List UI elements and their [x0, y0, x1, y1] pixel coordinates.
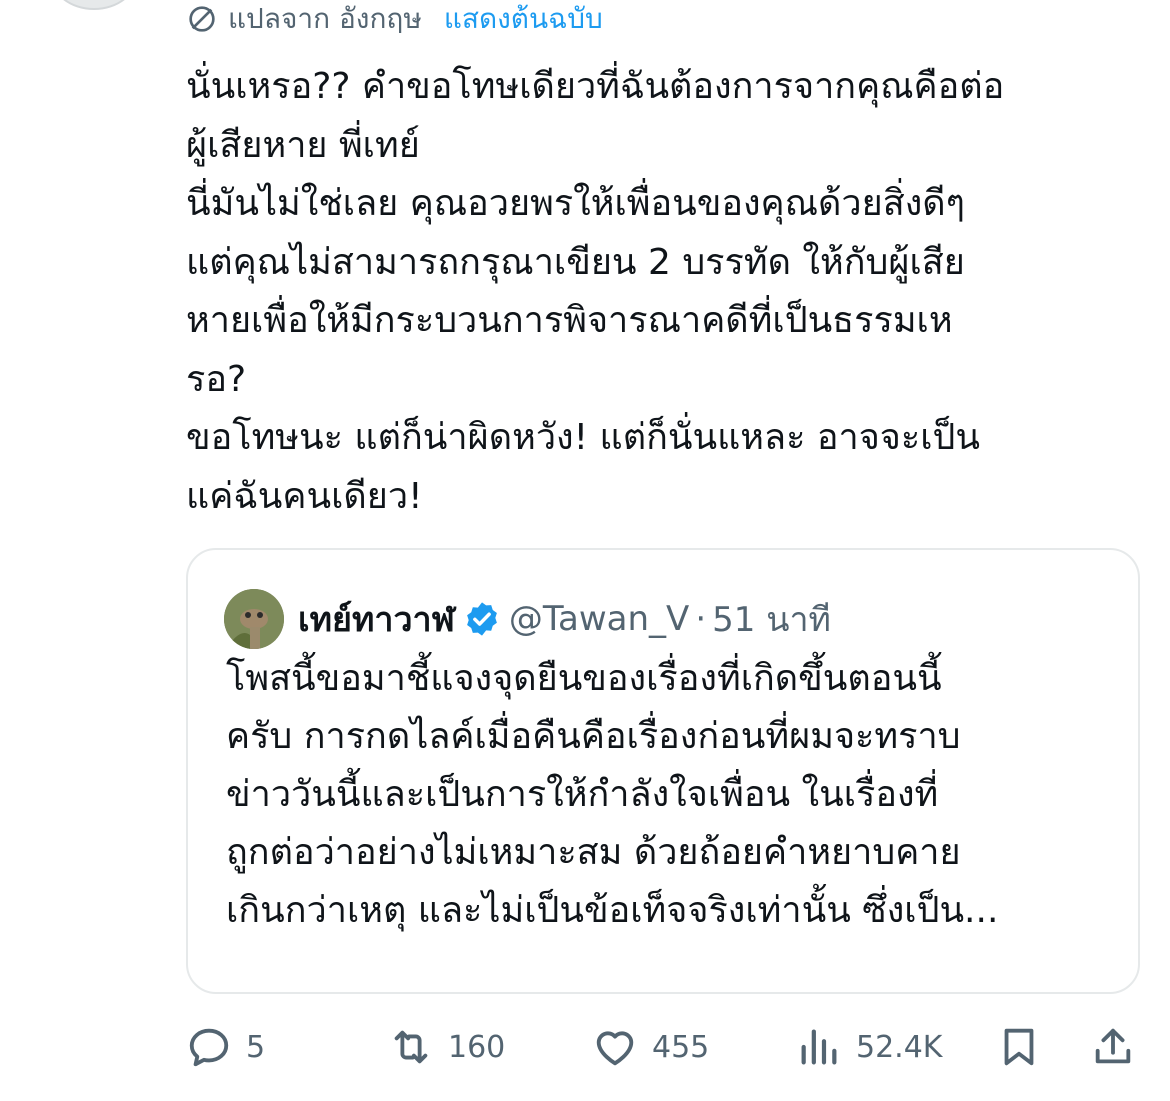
verified-badge-icon	[467, 602, 497, 636]
quoted-timestamp[interactable]: 51 นาที	[712, 592, 831, 646]
like-icon	[596, 1031, 634, 1066]
views-icon	[801, 1029, 837, 1065]
repost-icon	[394, 1030, 428, 1064]
like-count: 455	[652, 1029, 710, 1065]
reply-icon	[189, 1028, 229, 1067]
separator-dot: ·	[695, 599, 707, 639]
tweet-action-bar: 5 160 455 52.4K	[0, 1012, 1170, 1082]
view-count: 52.4K	[856, 1029, 943, 1065]
quoted-handle[interactable]: @Tawan_V	[509, 599, 689, 639]
show-original-link[interactable]: แสดงต้นฉบับ	[444, 0, 603, 41]
bookmark-button[interactable]	[996, 1012, 1042, 1082]
quoted-tweet-text: โพสนี้ขอมาชี้แจงจุดยืนของเรื่องที่เกิดขึ…	[226, 658, 999, 931]
translate-icon	[189, 6, 215, 32]
repost-count: 160	[448, 1029, 506, 1065]
share-button[interactable]	[1090, 1012, 1136, 1082]
reply-button[interactable]: 5	[186, 1012, 265, 1082]
tweet-text: นั่นเหรอ?? คำขอโทษเดียวที่ฉันต้องการจากค…	[186, 66, 1005, 517]
translated-from-label: แปลจาก อังกฤษ	[228, 2, 422, 35]
author-avatar[interactable]	[50, 0, 138, 10]
reply-count: 5	[246, 1029, 266, 1065]
translation-bar: แปลจาก อังกฤษ แสดงต้นฉบับ	[186, 0, 603, 38]
repost-button[interactable]: 160	[388, 1012, 505, 1082]
quoted-author-avatar[interactable]	[224, 589, 284, 649]
bookmark-icon	[1004, 1028, 1034, 1066]
quoted-tweet-header: เทย์ทาวาฬ @Tawan_V · 51 นาที	[224, 588, 831, 650]
views-button[interactable]: 52.4K	[796, 1012, 942, 1082]
quoted-tweet-card[interactable]: เทย์ทาวาฬ @Tawan_V · 51 นาที โพสนี้ขอมาช…	[186, 548, 1140, 994]
share-icon	[1095, 1028, 1131, 1064]
quoted-display-name[interactable]: เทย์ทาวาฬ	[298, 592, 455, 646]
like-button[interactable]: 455	[592, 1012, 709, 1082]
